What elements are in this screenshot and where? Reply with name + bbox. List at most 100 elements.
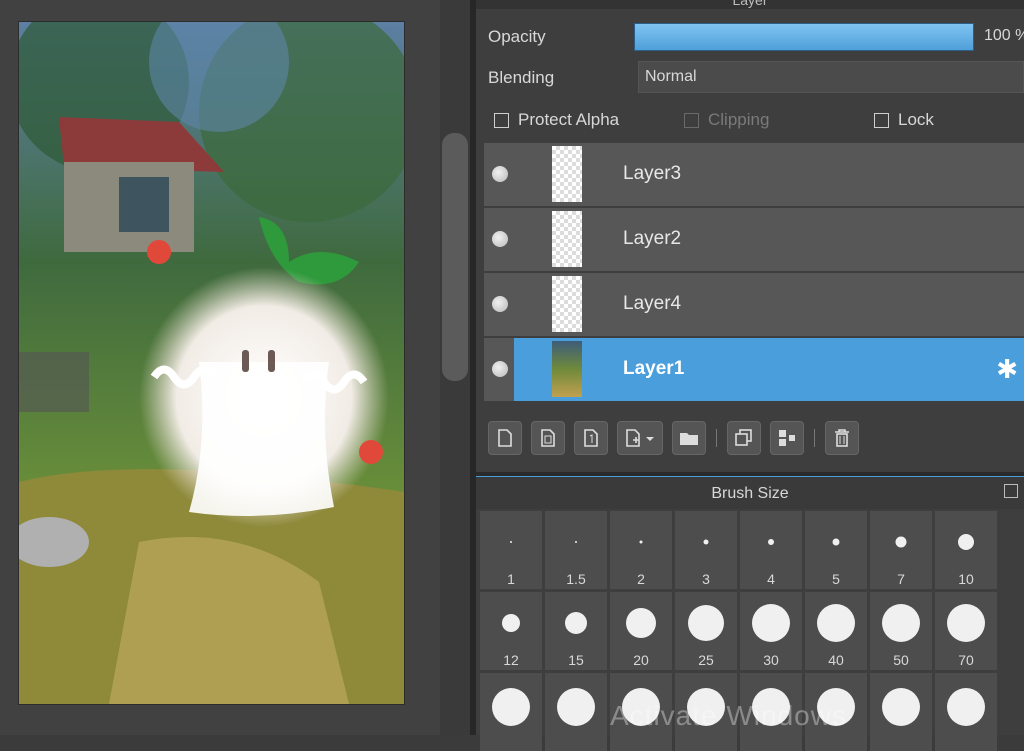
brush-size-label: 3 xyxy=(702,571,710,587)
brush-size-cell[interactable]: 20 xyxy=(610,592,672,670)
gear-icon[interactable]: ✱ xyxy=(996,355,1018,383)
delete-layer-button[interactable] xyxy=(825,421,859,455)
brush-size-label: 1 xyxy=(507,571,515,587)
layer-row-selected[interactable]: Layer1 ✱ xyxy=(484,338,1024,401)
brush-dot-icon xyxy=(768,539,774,545)
new-layer-button[interactable] xyxy=(488,421,522,455)
brush-size-label: 25 xyxy=(698,652,714,668)
add-layer-menu-button[interactable] xyxy=(617,421,663,455)
layer-row[interactable]: Layer3 xyxy=(484,143,1024,206)
layer-row[interactable]: Layer2 xyxy=(484,208,1024,271)
external-window-icon[interactable] xyxy=(1004,484,1018,498)
brush-size-cell[interactable]: 15 xyxy=(545,592,607,670)
visibility-icon[interactable] xyxy=(492,296,508,312)
new-8bit-layer-button[interactable] xyxy=(531,421,565,455)
brush-size-cell[interactable]: 2 xyxy=(610,511,672,589)
brush-dot-icon xyxy=(688,605,724,641)
layer-name: Layer1 xyxy=(623,358,685,379)
protect-alpha-label: Protect Alpha xyxy=(518,110,620,129)
brush-size-cell[interactable]: 10 xyxy=(935,511,997,589)
opacity-label: Opacity xyxy=(488,27,546,46)
brush-size-cell[interactable]: 30 xyxy=(740,592,802,670)
brush-dot-icon xyxy=(557,688,595,726)
visibility-icon[interactable] xyxy=(492,231,508,247)
brush-size-label: 12 xyxy=(503,652,519,668)
brush-size-label: 10 xyxy=(958,571,974,587)
brush-size-cell[interactable]: 25 xyxy=(675,592,737,670)
artwork-canvas[interactable] xyxy=(18,21,405,705)
brush-dot-icon xyxy=(502,614,520,632)
brush-size-cell[interactable] xyxy=(545,673,607,751)
artwork-image xyxy=(19,22,404,704)
brush-size-title: Brush Size xyxy=(476,477,1024,509)
brush-size-cell[interactable] xyxy=(935,673,997,751)
checkbox-box[interactable] xyxy=(684,112,699,128)
layer-name: Layer3 xyxy=(623,163,682,184)
brush-dot-icon xyxy=(817,604,855,642)
layer-thumbnail xyxy=(552,276,582,332)
brush-dot-icon xyxy=(947,604,985,642)
layer-thumbnail xyxy=(552,146,582,202)
selection-highlight xyxy=(514,338,1024,401)
add-layer-menu-icon xyxy=(626,429,654,447)
new-layer-icon xyxy=(498,429,512,447)
merge-layer-button[interactable] xyxy=(770,421,804,455)
layer-thumbnail xyxy=(552,341,582,397)
layer-thumbnail xyxy=(552,211,582,267)
brush-size-label: 50 xyxy=(893,652,909,668)
brush-size-cell[interactable]: 7 xyxy=(870,511,932,589)
layer-panel: Layer Opacity 100 % Blending Normal Prot… xyxy=(476,0,1024,751)
checkbox-box[interactable] xyxy=(494,112,509,128)
clipping-checkbox[interactable]: Clipping xyxy=(684,110,769,130)
brush-size-cell[interactable]: 3 xyxy=(675,511,737,589)
brush-size-cell[interactable]: 50 xyxy=(870,592,932,670)
merge-layer-icon xyxy=(779,430,795,446)
blending-label: Blending xyxy=(488,68,555,87)
toolbar-separator xyxy=(716,429,717,447)
brush-dot-icon xyxy=(510,541,512,543)
brush-size-label: 40 xyxy=(828,652,844,668)
toolbar-separator xyxy=(814,429,815,447)
brush-dot-icon xyxy=(626,608,656,638)
lock-checkbox[interactable]: Lock xyxy=(874,110,934,130)
protect-alpha-checkbox[interactable]: Protect Alpha xyxy=(494,110,619,130)
new-8bit-layer-icon xyxy=(541,429,555,447)
lock-label: Lock xyxy=(898,110,934,129)
duplicate-layer-icon xyxy=(735,429,752,446)
brush-size-label: 20 xyxy=(633,652,649,668)
brush-size-label: 15 xyxy=(568,652,584,668)
layer-panel-title: Layer xyxy=(476,0,1024,9)
brush-dot-icon xyxy=(703,539,709,545)
brush-dot-icon xyxy=(882,688,920,726)
brush-size-cell[interactable]: 1.5 xyxy=(545,511,607,589)
visibility-icon[interactable] xyxy=(492,361,508,377)
opacity-slider[interactable] xyxy=(634,23,974,51)
brush-size-cell[interactable]: 40 xyxy=(805,592,867,670)
brush-size-cell[interactable]: 4 xyxy=(740,511,802,589)
layer-name: Layer4 xyxy=(623,293,682,314)
visibility-icon[interactable] xyxy=(492,166,508,182)
duplicate-layer-button[interactable] xyxy=(727,421,761,455)
new-1bit-layer-button[interactable] xyxy=(574,421,608,455)
brush-size-cell[interactable]: 12 xyxy=(480,592,542,670)
delete-layer-icon xyxy=(835,429,849,447)
folder-icon xyxy=(680,433,698,445)
blending-select[interactable]: Normal xyxy=(638,61,1024,93)
brush-size-cell[interactable]: 5 xyxy=(805,511,867,589)
brush-size-cell[interactable] xyxy=(480,673,542,751)
brush-size-cell[interactable]: 70 xyxy=(935,592,997,670)
brush-dot-icon xyxy=(575,541,577,543)
brush-dot-icon xyxy=(752,604,790,642)
canvas-scrollbar-thumb[interactable] xyxy=(442,133,468,381)
brush-size-label: 5 xyxy=(832,571,840,587)
activate-windows-watermark: Activate Windows xyxy=(610,700,847,731)
canvas-area[interactable] xyxy=(0,0,440,735)
brush-size-label: 30 xyxy=(763,652,779,668)
folder-button[interactable] xyxy=(672,421,706,455)
brush-size-cell[interactable]: 1 xyxy=(480,511,542,589)
layer-row[interactable]: Layer4 xyxy=(484,273,1024,336)
brush-dot-icon xyxy=(947,688,985,726)
checkbox-box[interactable] xyxy=(874,112,889,128)
brush-size-cell[interactable] xyxy=(870,673,932,751)
brush-size-label: 7 xyxy=(897,571,905,587)
